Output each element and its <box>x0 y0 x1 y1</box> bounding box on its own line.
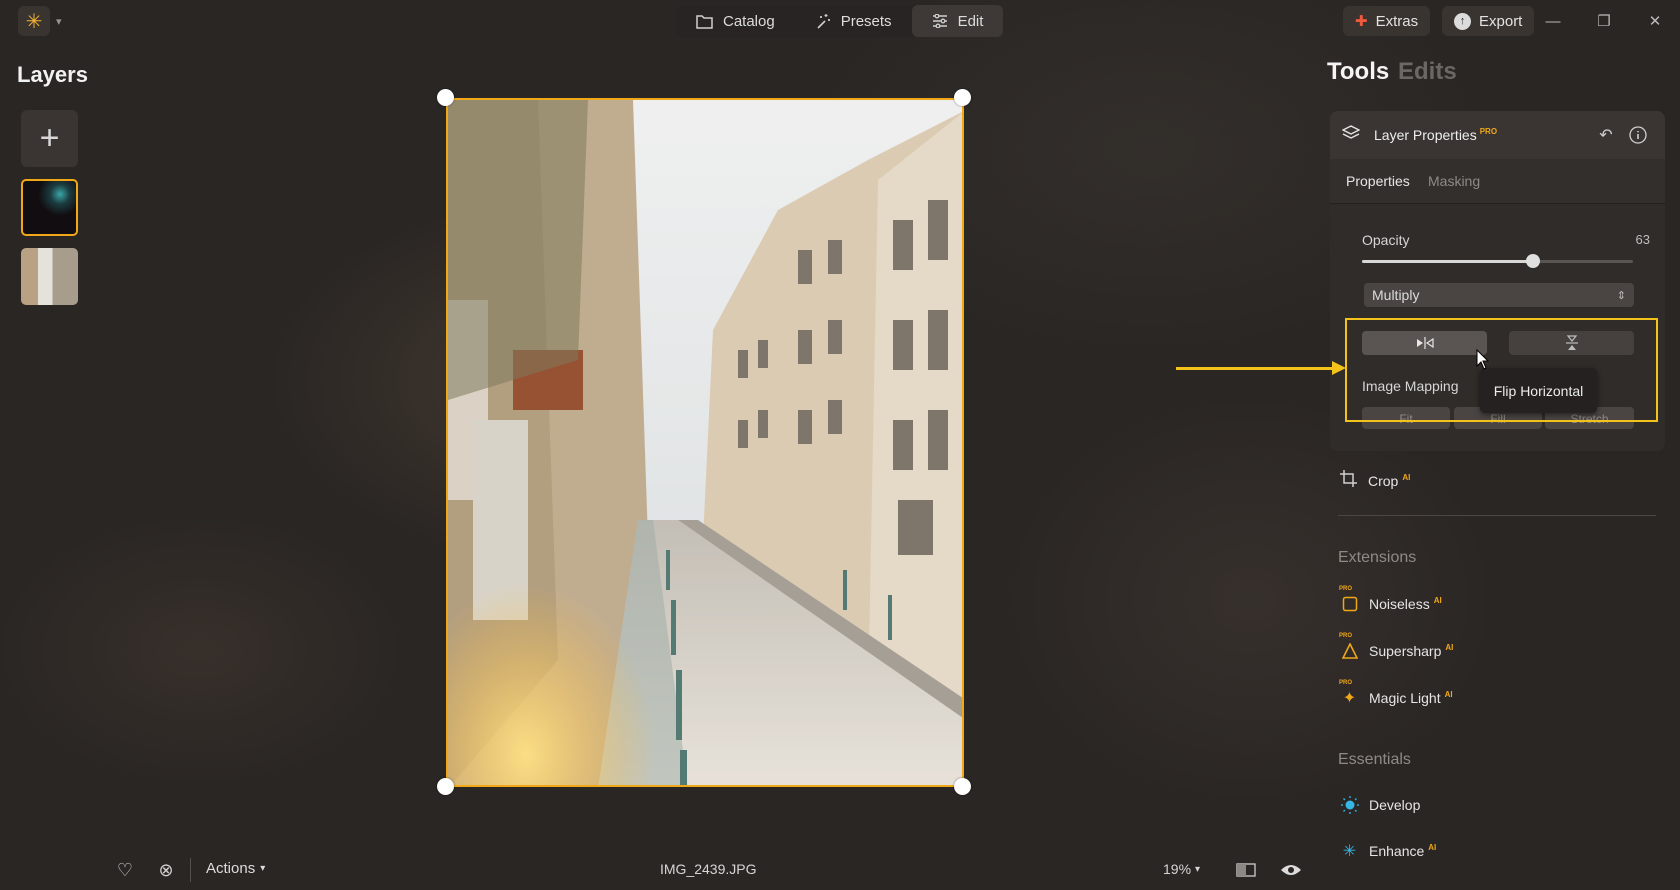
transform-handle-bottom-left[interactable] <box>437 778 454 795</box>
layer-thumbnail-overlay[interactable] <box>21 179 78 236</box>
pro-tag: PRO <box>1339 586 1353 592</box>
mode-tabs: Catalog Presets Edit <box>676 5 1004 37</box>
tab-tools[interactable]: Tools <box>1327 58 1389 86</box>
info-icon[interactable] <box>1627 124 1649 146</box>
ai-badge: AI <box>1445 642 1454 652</box>
opacity-slider-fill <box>1362 260 1533 263</box>
export-label: Export <box>1479 12 1523 30</box>
chevron-down-icon: ▾ <box>56 15 62 28</box>
export-button[interactable]: ↑ Export <box>1442 6 1535 36</box>
extras-button[interactable]: ✚ Extras <box>1343 6 1431 36</box>
minimize-button[interactable]: — <box>1540 8 1566 34</box>
tab-presets[interactable]: Presets <box>795 5 912 37</box>
eye-icon[interactable] <box>1280 859 1302 881</box>
tool-noiseless[interactable]: PRO Noiseless AI <box>1339 586 1442 613</box>
ai-badge: AI <box>1433 595 1442 605</box>
supersharp-label: Supersharp <box>1369 642 1442 659</box>
tool-supersharp[interactable]: PRO Supersharp AI <box>1339 633 1454 660</box>
opacity-label: Opacity <box>1362 232 1410 248</box>
transform-handle-top-right[interactable] <box>954 89 971 106</box>
sliders-icon <box>932 14 947 28</box>
develop-label: Develop <box>1369 796 1421 813</box>
layer-properties-title: Layer Properties <box>1374 127 1477 143</box>
layer-thumbnail-base[interactable] <box>21 248 78 305</box>
magic-light-icon: PRO ✦ <box>1339 680 1357 707</box>
ai-badge: AI <box>1444 689 1453 699</box>
tab-catalog-label: Catalog <box>723 12 775 30</box>
add-layer-button[interactable]: + <box>21 110 78 167</box>
supersharp-icon: PRO <box>1339 633 1359 660</box>
noiseless-label: Noiseless <box>1369 595 1430 612</box>
subtab-masking[interactable]: Masking <box>1428 173 1480 189</box>
transform-handle-bottom-right[interactable] <box>954 778 971 795</box>
annotation-arrow-line <box>1176 367 1334 370</box>
tab-presets-label: Presets <box>840 12 892 30</box>
compare-icon[interactable] <box>1235 859 1257 881</box>
opacity-value[interactable]: 63 <box>1620 232 1650 247</box>
app-logo-icon: ✳ <box>18 6 50 36</box>
opacity-slider-thumb[interactable] <box>1525 254 1540 268</box>
zoom-value: 19% <box>1163 861 1192 877</box>
crop-icon <box>1340 470 1358 492</box>
plus-icon: + <box>39 119 60 157</box>
street-photo <box>448 100 962 785</box>
develop-icon <box>1340 795 1359 814</box>
opacity-slider[interactable] <box>1362 254 1633 268</box>
noiseless-icon: PRO <box>1339 586 1359 613</box>
transform-handle-top-left[interactable] <box>437 89 454 106</box>
blend-mode-select[interactable]: Multiply ⇕ <box>1364 283 1634 307</box>
tab-edit-label: Edit <box>957 12 984 30</box>
layers-icon <box>1341 124 1364 146</box>
enhance-label: Enhance <box>1369 842 1425 859</box>
upload-icon: ↑ <box>1454 12 1471 30</box>
tool-magic-light[interactable]: PRO ✦ Magic Light AI <box>1339 680 1453 707</box>
crop-label: Crop <box>1368 473 1399 489</box>
actions-label: Actions <box>206 860 256 877</box>
crop-tool[interactable]: Crop AI <box>1340 470 1410 492</box>
flip-horizontal-tooltip: Flip Horizontal <box>1480 368 1597 413</box>
canvas-image[interactable] <box>446 98 964 787</box>
extras-label: Extras <box>1375 12 1419 30</box>
mouse-cursor-icon <box>1476 349 1490 370</box>
layers-title: Layers <box>17 62 88 87</box>
puzzle-icon: ✚ <box>1355 13 1368 30</box>
tool-enhance[interactable]: ✳ Enhance AI <box>1340 841 1436 860</box>
chevron-down-icon: ▾ <box>1195 863 1201 875</box>
extensions-title: Extensions <box>1338 549 1417 566</box>
pro-badge: PRO <box>1479 127 1498 137</box>
folder-icon <box>696 14 713 29</box>
tab-edit[interactable]: Edit <box>911 5 1004 37</box>
section-divider <box>1338 515 1656 516</box>
tab-edits[interactable]: Edits <box>1398 58 1457 86</box>
bottom-divider <box>190 858 191 882</box>
zoom-selector[interactable]: 19% ▾ <box>1163 861 1200 877</box>
tab-catalog[interactable]: Catalog <box>676 5 795 37</box>
tool-develop[interactable]: Develop <box>1340 795 1420 814</box>
ai-badge: AI <box>1402 473 1411 483</box>
magic-wand-icon <box>817 14 830 29</box>
essentials-title: Essentials <box>1338 751 1411 768</box>
heart-icon[interactable]: ♡ <box>114 859 136 881</box>
enhance-icon: ✳ <box>1342 842 1357 860</box>
blend-mode-value: Multiply <box>1372 287 1420 303</box>
chevron-down-icon: ▾ <box>260 863 266 874</box>
file-name: IMG_2439.JPG <box>660 861 757 877</box>
close-window-button[interactable]: ✕ <box>1642 8 1668 34</box>
chevron-updown-icon: ⇕ <box>1616 289 1626 302</box>
annotation-arrow-head <box>1332 361 1346 375</box>
restore-button[interactable]: ❐ <box>1591 8 1617 34</box>
pro-tag: PRO <box>1339 633 1353 639</box>
ai-badge: AI <box>1428 842 1437 852</box>
subtab-properties[interactable]: Properties <box>1346 173 1410 189</box>
magic-light-label: Magic Light <box>1369 689 1441 706</box>
undo-icon[interactable]: ↶ <box>1595 124 1617 146</box>
app-menu[interactable]: ✳ ▾ <box>18 6 68 36</box>
reject-icon[interactable]: ⊗ <box>155 859 177 881</box>
pro-tag: PRO <box>1339 680 1353 686</box>
actions-button[interactable]: Actions ▾ <box>206 860 265 877</box>
